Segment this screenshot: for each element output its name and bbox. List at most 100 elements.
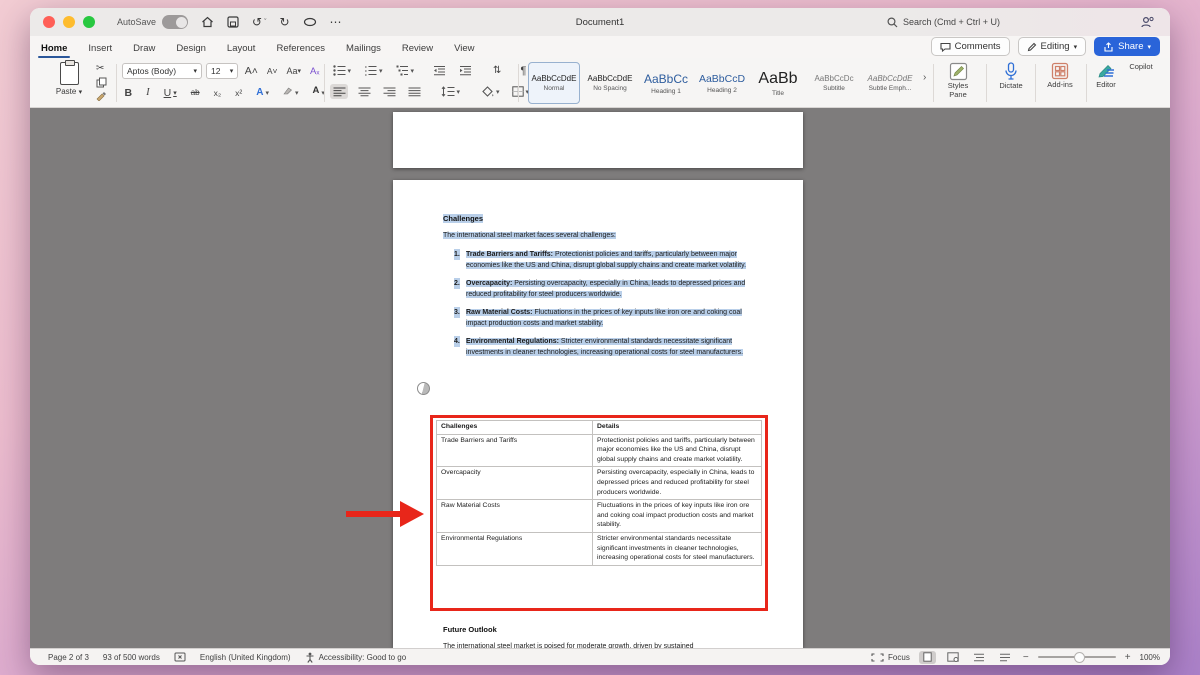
styles-gallery: AaBbCcDdE Normal AaBbCcDdE No Spacing Aa…	[528, 62, 916, 104]
zoom-out-button[interactable]: −	[1023, 652, 1029, 663]
zoom-slider-knob[interactable]	[1074, 652, 1085, 663]
font-size-select[interactable]: 12▾	[206, 63, 238, 79]
multilevel-list-button[interactable]: ▾	[393, 63, 417, 78]
doc-future-paragraph: The international steel market is poised…	[443, 641, 763, 648]
copilot-margin-icon[interactable]	[417, 382, 430, 395]
close-window-button[interactable]	[43, 16, 55, 28]
cut-icon[interactable]: ✂	[96, 63, 107, 74]
copilot-button[interactable]: Copilot	[1123, 62, 1159, 71]
table-header-row: Challenges Details	[437, 421, 762, 435]
document-canvas[interactable]: Challenges The international steel marke…	[30, 108, 1170, 648]
justify-button[interactable]	[405, 84, 423, 99]
redo-icon[interactable]: ↻	[279, 16, 289, 28]
pen-icon[interactable]	[303, 17, 317, 27]
print-layout-view-button[interactable]	[919, 651, 936, 664]
accessibility-status[interactable]: Accessibility: Good to go	[305, 652, 407, 663]
comments-button[interactable]: Comments	[931, 37, 1010, 56]
grow-font-button[interactable]: A˄	[242, 64, 260, 79]
proofing-status-icon[interactable]	[174, 652, 186, 662]
styles-pane-button[interactable]: Styles Pane	[938, 62, 978, 100]
align-left-button[interactable]	[330, 84, 348, 99]
editor-button[interactable]: Editor	[1089, 62, 1123, 89]
search-field[interactable]: Search (Cmd + Ctrl + U)	[887, 17, 1102, 28]
editing-mode-dropdown[interactable]: Editing ▾	[1018, 37, 1087, 56]
style-subtitle[interactable]: AaBbCcDc Subtitle	[808, 62, 860, 104]
bold-button[interactable]: B	[122, 85, 135, 100]
more-actions-icon[interactable]: ⋯	[330, 16, 343, 28]
draft-view-button[interactable]	[997, 651, 1014, 664]
undo-icon[interactable]: ↺ˇ	[252, 16, 266, 28]
language-indicator[interactable]: English (United Kingdom)	[200, 653, 291, 662]
highlighter-icon	[283, 87, 293, 95]
table-row: Environmental Regulations Stricter envir…	[437, 532, 762, 565]
underline-button[interactable]: U▾	[161, 85, 179, 100]
format-painter-icon[interactable]	[96, 91, 107, 101]
traffic-lights	[43, 16, 95, 28]
change-case-button[interactable]: Aa▾	[284, 64, 304, 79]
list-item: 1. Trade Barriers and Tariffs: Protectio…	[443, 249, 755, 272]
italic-button[interactable]: I	[144, 85, 153, 100]
font-name-select[interactable]: Aptos (Body)▾	[122, 63, 202, 79]
save-icon[interactable]	[227, 16, 239, 28]
style-subtle-emphasis[interactable]: AaBbCcDdE Subtle Emph...	[864, 62, 916, 104]
share-icon	[1103, 42, 1114, 52]
line-spacing-button[interactable]: ▾	[438, 84, 463, 99]
tab-draw[interactable]: Draw	[132, 43, 156, 54]
page-indicator[interactable]: Page 2 of 3	[48, 653, 89, 662]
tab-references[interactable]: References	[275, 43, 326, 54]
web-layout-view-button[interactable]	[945, 651, 962, 664]
copy-icon[interactable]	[96, 77, 107, 88]
tab-view[interactable]: View	[453, 43, 475, 54]
align-right-button[interactable]	[380, 84, 398, 99]
autosave-toggle[interactable]	[162, 15, 188, 29]
tab-insert[interactable]: Insert	[87, 43, 113, 54]
zoom-in-button[interactable]: +	[1125, 652, 1131, 663]
home-icon[interactable]	[201, 16, 214, 28]
tab-review[interactable]: Review	[401, 43, 434, 54]
ribbon: Paste ▾ ✂ Aptos (Body)▾ 12▾ A˄ A˅ Aa▾ Aₓ	[30, 58, 1170, 108]
list-item: 3. Raw Material Costs: Fluctuations in t…	[443, 307, 755, 330]
shading-button[interactable]: ▾	[480, 84, 503, 99]
title-bar: AutoSave ↺ˇ ↻ ⋯ Document1 Search (Cmd + …	[30, 8, 1170, 36]
sort-button[interactable]: ⇅	[491, 63, 504, 78]
shrink-font-button[interactable]: A˅	[264, 64, 280, 79]
tab-layout[interactable]: Layout	[226, 43, 257, 54]
style-heading-1[interactable]: AaBbCc Heading 1	[640, 62, 692, 104]
table-row: Overcapacity Persisting overcapacity, es…	[437, 467, 762, 500]
share-button[interactable]: Share ▾	[1094, 37, 1160, 56]
page-1-fragment[interactable]	[393, 112, 803, 168]
style-no-spacing[interactable]: AaBbCcDdE No Spacing	[584, 62, 636, 104]
tab-home[interactable]: Home	[40, 43, 68, 54]
share-presence-icon[interactable]	[1140, 16, 1154, 29]
word-count[interactable]: 93 of 500 words	[103, 653, 160, 662]
bullets-button[interactable]: ▾	[330, 63, 354, 78]
clear-formatting-button[interactable]: Aₓ	[308, 64, 322, 79]
outline-view-button[interactable]	[971, 651, 988, 664]
style-heading-2[interactable]: AaBbCcD Heading 2	[696, 62, 748, 104]
align-center-button[interactable]	[355, 84, 373, 99]
text-effects-button[interactable]: A▾	[254, 85, 272, 100]
increase-indent-button[interactable]	[457, 63, 475, 78]
tab-design[interactable]: Design	[175, 43, 207, 54]
focus-mode-button[interactable]: Focus	[871, 653, 910, 662]
zoom-window-button[interactable]	[83, 16, 95, 28]
paste-button[interactable]: Paste ▾	[40, 62, 98, 96]
style-title[interactable]: AaBb Title	[752, 62, 804, 104]
superscript-button[interactable]: x²	[233, 85, 245, 100]
list-item: 2. Overcapacity: Persisting overcapacity…	[443, 278, 755, 301]
strikethrough-button[interactable]: ab	[188, 85, 202, 100]
numbering-button[interactable]: ▾	[362, 63, 386, 78]
styles-gallery-expand-icon[interactable]: ›	[923, 72, 926, 83]
chevron-down-icon: ▾	[1147, 43, 1151, 51]
dictate-button[interactable]: Dictate	[992, 62, 1030, 90]
style-normal[interactable]: AaBbCcDdE Normal	[528, 62, 580, 104]
zoom-level[interactable]: 100%	[1140, 653, 1160, 662]
page-2[interactable]: Challenges The international steel marke…	[393, 180, 803, 648]
addins-button[interactable]: Add-ins	[1040, 62, 1080, 89]
subscript-button[interactable]: x₂	[211, 85, 224, 100]
tab-mailings[interactable]: Mailings	[345, 43, 382, 54]
decrease-indent-button[interactable]	[431, 63, 449, 78]
zoom-slider[interactable]	[1038, 656, 1116, 658]
highlight-color-button[interactable]: ▾	[281, 85, 302, 100]
minimize-window-button[interactable]	[63, 16, 75, 28]
